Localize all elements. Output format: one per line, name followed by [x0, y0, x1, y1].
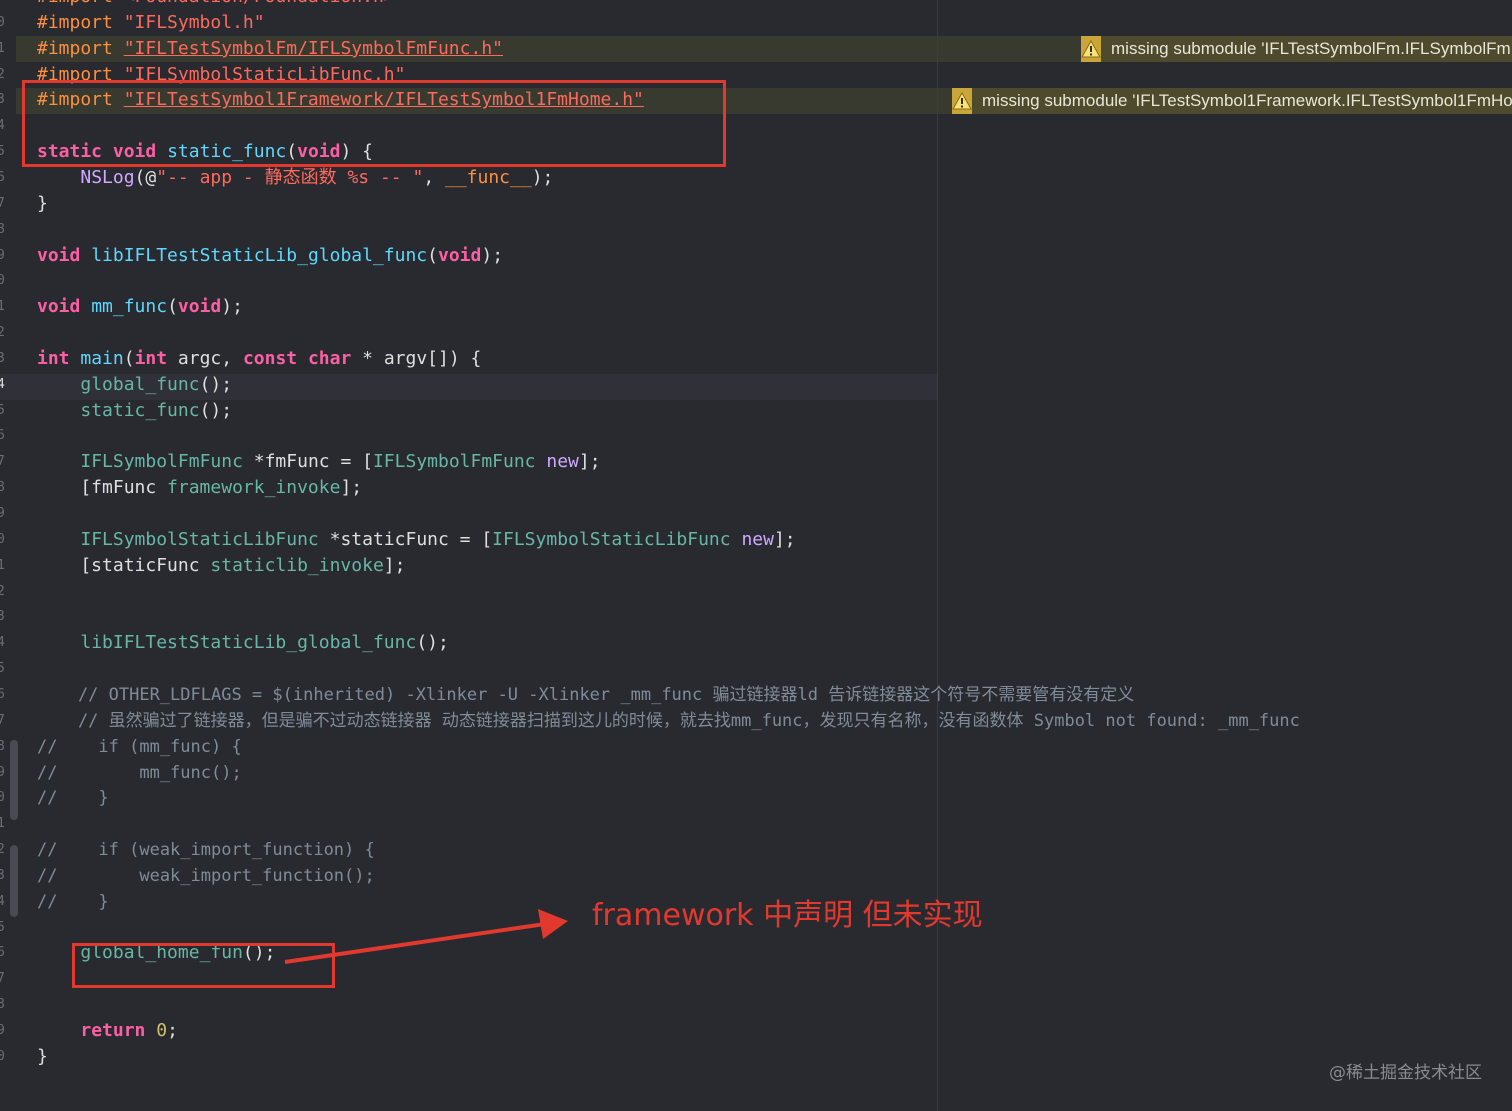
- watermark: @稀土掘金技术社区: [1329, 1063, 1482, 1083]
- annotation-arrow: [284, 909, 568, 964]
- annotation-label: framework 中声明 但未实现: [592, 898, 983, 933]
- code-editor[interactable]: 9012345678901234567890123456789012345678…: [0, 0, 1512, 1111]
